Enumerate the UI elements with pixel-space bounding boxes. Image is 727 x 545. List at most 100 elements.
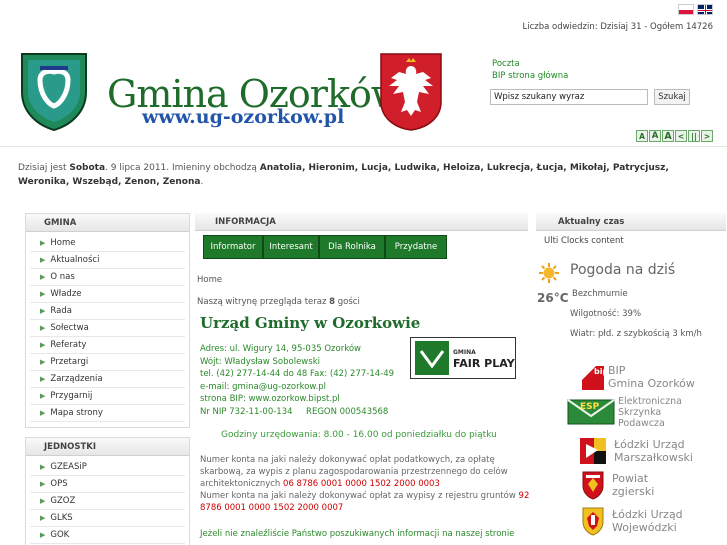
polish-flag-icon[interactable]: [678, 4, 694, 15]
gmina-menu-item[interactable]: ▶ Mapa strony: [30, 405, 185, 422]
gmina-menu-item[interactable]: ▶ O nas: [30, 269, 185, 286]
arrow-right-icon: ▶: [40, 514, 46, 522]
tab-interesant[interactable]: Interesant: [263, 235, 319, 259]
font-small-button[interactable]: A: [636, 130, 648, 142]
gmina-menu-item-label[interactable]: Aktualności: [50, 255, 99, 265]
gmina-menu-item-label[interactable]: Referaty: [50, 340, 86, 350]
wind: Wiatr: płd. z szybkością 3 km/h: [570, 329, 702, 339]
gmina-menu-item-label[interactable]: Sołectwa: [50, 323, 88, 333]
arrow-right-icon: ▶: [40, 463, 46, 471]
email-link[interactable]: e-mail: gmina@ug-ozorkow.pl: [200, 381, 394, 394]
gmina-menu-item-label[interactable]: Mapa strony: [50, 408, 103, 418]
jednostki-menu-item-label[interactable]: GOK: [50, 530, 69, 540]
svg-text:ESP: ESP: [580, 402, 600, 412]
jednostki-menu-title: JEDNOSTKI: [26, 438, 189, 456]
scroll-left-button[interactable]: <: [675, 130, 687, 142]
office-address: Adres: ul. Wigury 14, 95-035 Ozorków Wój…: [200, 344, 395, 417]
jednostki-menu-item-label[interactable]: OPS: [50, 479, 67, 489]
coat-of-arms-icon: [21, 53, 87, 132]
jednostki-menu-item[interactable]: ▶ GLKS: [30, 510, 185, 527]
gmina-menu-item[interactable]: ▶ Przygarnij: [30, 388, 185, 405]
font-size-controls: A A A < || >: [636, 130, 713, 142]
office-title: Urząd Gminy w Ozorkowie: [200, 314, 421, 332]
arrow-right-icon: ▶: [40, 531, 46, 539]
gmina-menu-item-label[interactable]: O nas: [50, 272, 74, 282]
gmina-menu-item[interactable]: ▶ Home: [30, 235, 185, 252]
gmina-menu-item-label[interactable]: Rada: [50, 306, 72, 316]
bip-icon: bip: [578, 362, 608, 392]
arrow-right-icon: ▶: [40, 480, 46, 488]
gmina-menu-item[interactable]: ▶ Władze: [30, 286, 185, 303]
arrow-right-icon: ▶: [40, 256, 46, 264]
tab-informator[interactable]: Informator: [203, 235, 263, 259]
jednostki-menu-item-label[interactable]: GLKS: [50, 513, 72, 523]
zgierz-county-link[interactable]: Powiat zgierski: [578, 470, 718, 502]
marshal-office-icon: [578, 436, 608, 466]
arrow-right-icon: ▶: [40, 497, 46, 505]
mail-link[interactable]: Poczta: [492, 58, 568, 70]
gmina-menu-title: GMINA: [26, 214, 189, 232]
gmina-menu-item[interactable]: ▶ Referaty: [30, 337, 185, 354]
gmina-menu-item-label[interactable]: Przygarnij: [50, 391, 92, 401]
tab-dla-rolnika[interactable]: Dla Rolnika: [319, 235, 385, 259]
esp-envelope-icon: ESP: [567, 399, 615, 425]
font-medium-button[interactable]: A: [649, 130, 661, 142]
gmina-menu: GMINA ▶ Home ▶ Aktualności ▶ O nas ▶ Władze ▶ Rad…: [25, 213, 190, 428]
jednostki-menu: JEDNOSTKI ▶ GZEASiP ▶ OPS ▶ GZOZ ▶ GLKS ▶ GOK: [25, 437, 190, 545]
header-divider: [0, 146, 727, 147]
scroll-right-button[interactable]: >: [701, 130, 713, 142]
arrow-right-icon: ▶: [40, 307, 46, 315]
pause-button[interactable]: ||: [688, 130, 700, 142]
jednostki-menu-item-label[interactable]: GZOZ: [50, 496, 75, 506]
tab-przydatne[interactable]: Przydatne: [385, 235, 447, 259]
gmina-menu-item[interactable]: ▶ Rada: [30, 303, 185, 320]
bip-gmina-link[interactable]: bip BIP Gmina Ozorków: [578, 362, 718, 394]
gmina-menu-item[interactable]: ▶ Sołectwa: [30, 320, 185, 337]
voivodeship-crest-icon: [582, 507, 604, 536]
gmina-menu-item-label[interactable]: Władze: [50, 289, 81, 299]
bip-home-link[interactable]: BIP strona główna: [492, 70, 568, 82]
gmina-menu-item[interactable]: ▶ Zarządzenia: [30, 371, 185, 388]
date-nameday-bar: Dzisiaj jest Sobota. 9 lipca 2011. Imien…: [18, 163, 669, 187]
gmina-menu-item-label[interactable]: Home: [50, 238, 75, 248]
esp-link[interactable]: ESP Elektroniczna Skrzynka Podawcza: [566, 396, 716, 429]
arrow-right-icon: ▶: [40, 239, 46, 247]
voivodeship-office-link[interactable]: Łódzki Urząd Wojewódzki: [578, 506, 718, 538]
site-url: www.ug-ozorkow.pl: [142, 106, 345, 128]
gmina-menu-item-label[interactable]: Przetargi: [50, 357, 88, 367]
jednostki-menu-item[interactable]: ▶ GOK: [30, 527, 185, 544]
site-logo[interactable]: Gmina Ozorków www.ug-ozorkow.pl: [14, 50, 484, 136]
online-visitors: Naszą witrynę przegląda teraz 8 gości: [197, 297, 360, 307]
humidity: Wilgotność: 39%: [570, 309, 642, 319]
informacja-title: INFORMACJA: [195, 213, 528, 231]
arrow-right-icon: ▶: [40, 290, 46, 298]
search-button[interactable]: Szukaj: [654, 89, 690, 105]
weather-title: Pogoda na dziś: [570, 262, 676, 278]
search-input[interactable]: [490, 89, 648, 105]
english-flag-icon[interactable]: [697, 4, 713, 15]
marshal-office-link[interactable]: Łódzki Urząd Marszałkowski: [578, 436, 718, 468]
weather-condition: Bezchmurnie: [572, 289, 628, 299]
sun-icon: [539, 263, 559, 283]
arrow-right-icon: ▶: [40, 392, 46, 400]
info-tabs: Informator Interesant Dla Rolnika Przyda…: [203, 235, 447, 259]
jednostki-menu-item[interactable]: ▶ OPS: [30, 476, 185, 493]
bank-accounts: Numer konta na jaki należy dokonywać opł…: [200, 455, 530, 513]
bip-link[interactable]: strona BIP: www.ozorkow.bipst.pl: [200, 393, 394, 406]
breadcrumb[interactable]: Home: [197, 275, 222, 285]
not-found-note: Jeżeli nie znaleźliście Państwo poszukiw…: [200, 529, 515, 539]
temperature: 26°C: [537, 291, 569, 305]
gmina-menu-item[interactable]: ▶ Przetargi: [30, 354, 185, 371]
top-links: Poczta BIP strona główna: [492, 58, 568, 82]
jednostki-menu-item[interactable]: ▶ GZEASiP: [30, 459, 185, 476]
fair-play-badge[interactable]: GMINA FAIR PLAY: [410, 337, 516, 379]
font-large-button[interactable]: A: [662, 130, 674, 142]
current-time-title: Aktualny czas: [536, 213, 726, 231]
svg-text:bip: bip: [594, 367, 608, 376]
visit-counter: Liczba odwiedzin: Dzisiaj 31 - Ogółem 14…: [522, 22, 713, 32]
gmina-menu-item[interactable]: ▶ Aktualności: [30, 252, 185, 269]
checkmark-icon: [415, 341, 449, 375]
jednostki-menu-item[interactable]: ▶ GZOZ: [30, 493, 185, 510]
gmina-menu-item-label[interactable]: Zarządzenia: [50, 374, 102, 384]
jednostki-menu-item-label[interactable]: GZEASiP: [50, 462, 86, 472]
